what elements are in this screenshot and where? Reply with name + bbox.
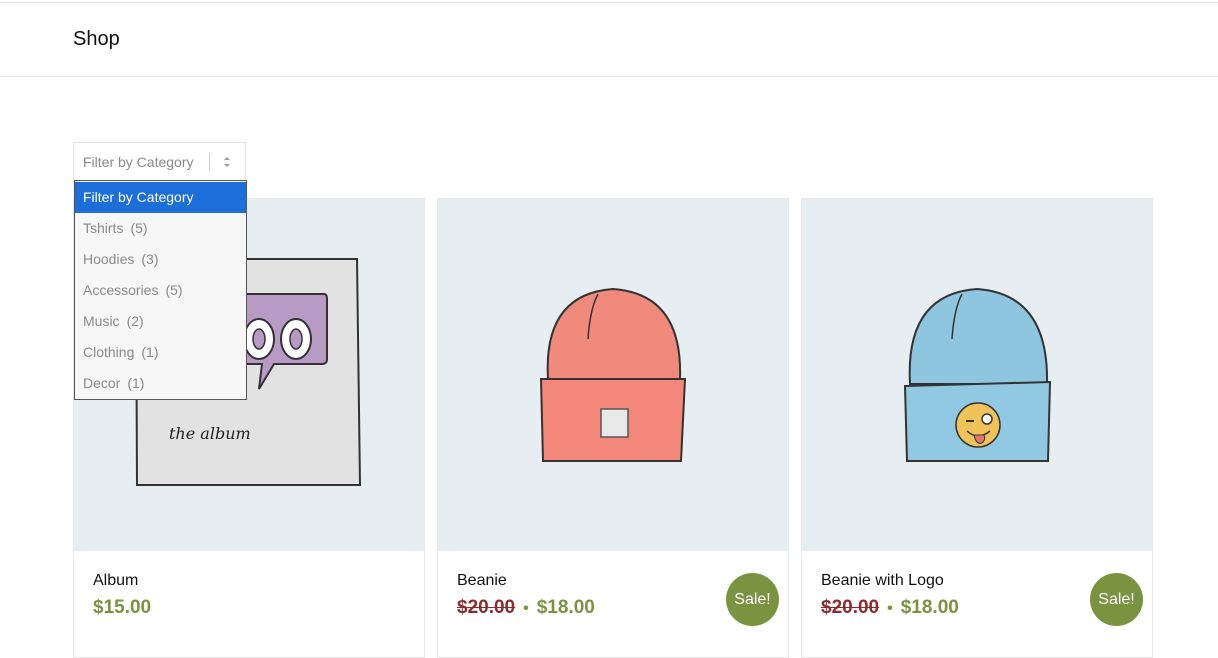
product-image[interactable] bbox=[802, 199, 1152, 551]
category-dropdown: Filter by Category Tshirts (5) Hoodies (3)… bbox=[74, 180, 247, 400]
product-price: $20.00 • $18.00 bbox=[457, 597, 595, 619]
beanie-with-logo-illustration bbox=[903, 287, 1052, 462]
option-label: Music bbox=[83, 313, 120, 329]
sale-badge: Sale! bbox=[1090, 573, 1143, 626]
option-label: Filter by Category bbox=[83, 189, 194, 205]
option-label: Decor bbox=[83, 375, 121, 391]
dropdown-option-filter-by-category[interactable]: Filter by Category bbox=[75, 182, 246, 213]
page-title: Shop bbox=[73, 28, 120, 50]
product-card-beanie-with-logo[interactable]: Beanie with Logo $20.00 • $18.00 Sale! bbox=[801, 198, 1153, 658]
product-card-beanie[interactable]: Beanie $20.00 • $18.00 Sale! bbox=[437, 198, 789, 658]
select-separator bbox=[209, 153, 210, 171]
dropdown-option-decor[interactable]: Decor (1) bbox=[75, 368, 246, 399]
sale-price: $18.00 bbox=[536, 597, 595, 618]
option-label: Clothing bbox=[83, 344, 135, 360]
product-name[interactable]: Beanie with Logo bbox=[821, 572, 944, 590]
product-price: $20.00 • $18.00 bbox=[821, 597, 959, 619]
option-label: Accessories bbox=[83, 282, 159, 298]
option-count: (5) bbox=[165, 282, 183, 298]
dropdown-option-music[interactable]: Music (2) bbox=[75, 306, 246, 337]
option-label: Tshirts bbox=[83, 220, 124, 236]
dropdown-option-tshirts[interactable]: Tshirts (5) bbox=[75, 213, 246, 244]
sale-badge: Sale! bbox=[726, 573, 779, 626]
dropdown-option-accessories[interactable]: Accessories (5) bbox=[75, 275, 246, 306]
price-separator: • bbox=[523, 600, 529, 617]
option-count: (1) bbox=[127, 375, 145, 391]
original-price: $20.00 bbox=[457, 597, 516, 618]
option-label: Hoodies bbox=[83, 251, 135, 267]
sale-price: $18.00 bbox=[900, 597, 959, 618]
product-name[interactable]: Beanie bbox=[457, 572, 507, 590]
option-count: (2) bbox=[126, 313, 144, 329]
dropdown-option-hoodies[interactable]: Hoodies (3) bbox=[75, 244, 246, 275]
option-count: (3) bbox=[141, 251, 159, 267]
product-price: $15.00 bbox=[93, 597, 151, 619]
dropdown-option-clothing[interactable]: Clothing (1) bbox=[75, 337, 246, 368]
site-header: Shop bbox=[0, 3, 1218, 77]
sort-arrows-icon bbox=[224, 157, 230, 167]
option-count: (1) bbox=[141, 344, 159, 360]
beanie-illustration bbox=[539, 287, 687, 462]
current-price: $15.00 bbox=[93, 597, 152, 618]
category-select-value: Filter by Category bbox=[83, 154, 194, 170]
album-cover-text: the album bbox=[169, 424, 251, 443]
product-image[interactable] bbox=[438, 199, 788, 551]
product-name[interactable]: Album bbox=[93, 572, 138, 590]
original-price: $20.00 bbox=[821, 597, 880, 618]
category-select[interactable]: Filter by Category bbox=[73, 142, 246, 180]
option-count: (5) bbox=[130, 220, 148, 236]
price-separator: • bbox=[887, 600, 893, 617]
